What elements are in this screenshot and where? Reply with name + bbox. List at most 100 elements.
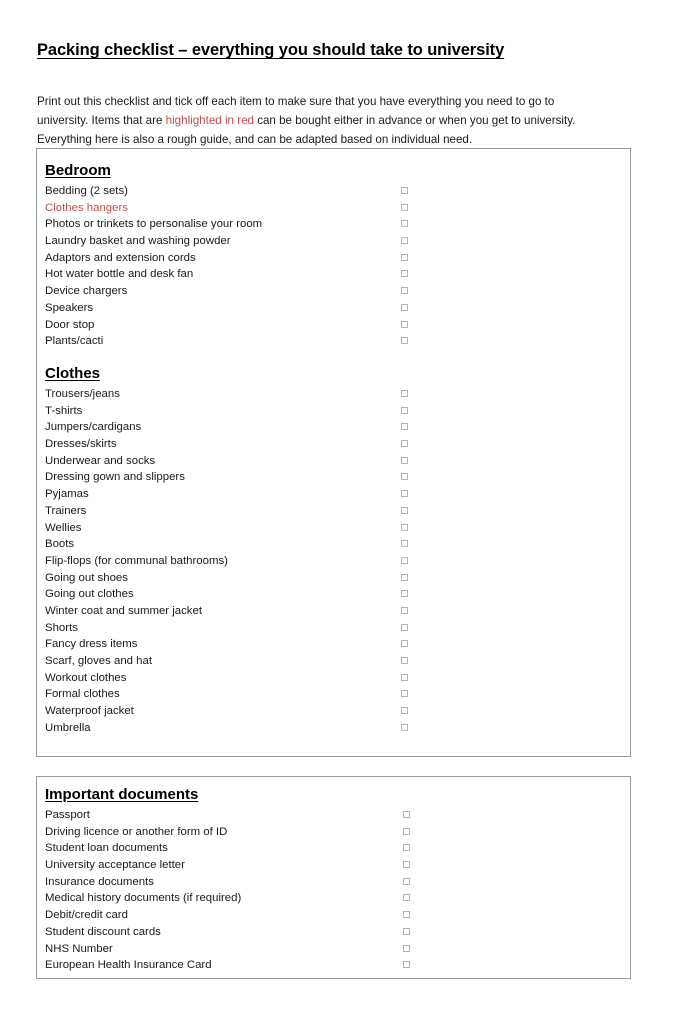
checklist-item[interactable]: Umbrella <box>37 720 630 737</box>
checkbox-empty-icon[interactable] <box>401 523 408 531</box>
checkbox-empty-icon[interactable] <box>403 944 410 952</box>
checkbox-empty-icon[interactable] <box>403 811 410 818</box>
checkbox-empty-icon[interactable] <box>403 827 410 835</box>
checklist-item-label: NHS Number <box>45 942 113 955</box>
checkbox-empty-icon[interactable] <box>401 187 408 194</box>
checkbox-empty-icon[interactable] <box>401 237 408 245</box>
checklist-item[interactable]: Student loan documents <box>37 840 630 857</box>
checklist-item[interactable]: Underwear and socks <box>37 453 630 470</box>
checklist-item[interactable]: Scarf, gloves and hat <box>37 653 630 670</box>
intro-paragraph: Print out this checklist and tick off ea… <box>37 92 597 149</box>
checklist-item-label: European Health Insurance Card <box>45 959 212 972</box>
checkbox-empty-icon[interactable] <box>401 657 408 664</box>
checklist-item[interactable]: Fancy dress items <box>37 636 630 653</box>
checkbox-empty-icon[interactable] <box>401 623 408 631</box>
checklist-item[interactable]: Driving licence or another form of ID <box>37 824 630 841</box>
checklist-item[interactable]: Photos or trinkets to personalise your r… <box>37 216 630 233</box>
checkbox-empty-icon[interactable] <box>401 270 408 278</box>
document-page: Packing checklist – everything you shoul… <box>0 0 687 1024</box>
section-bedroom-title-row: Bedroom <box>37 161 630 183</box>
checklist-item-label: Umbrella <box>45 721 91 734</box>
checklist-item[interactable]: Door stop <box>37 317 630 334</box>
checkbox-empty-icon[interactable] <box>403 927 410 935</box>
checkbox-empty-icon[interactable] <box>401 320 408 328</box>
checklist-item[interactable]: Hot water bottle and desk fan <box>37 266 630 283</box>
checklist-item[interactable]: Plants/cacti <box>37 333 630 350</box>
checklist-item[interactable]: Device chargers <box>37 283 630 300</box>
checkbox-empty-icon[interactable] <box>401 303 408 311</box>
checklist-item[interactable]: Adaptors and extension cords <box>37 250 630 267</box>
checkbox-empty-icon[interactable] <box>403 877 410 885</box>
checklist-clothes: Trousers/jeans T-shirts Jumpers/cardigans D… <box>37 386 630 736</box>
checklist-item[interactable]: Wellies <box>37 520 630 537</box>
checkbox-empty-icon[interactable] <box>401 490 408 498</box>
checklist-item[interactable]: University acceptance letter <box>37 857 630 874</box>
checklist-item[interactable]: Insurance documents <box>37 874 630 891</box>
intro-highlight-text: highlighted in red <box>165 113 254 127</box>
checkbox-empty-icon[interactable] <box>403 894 410 902</box>
checkbox-empty-icon[interactable] <box>403 844 410 852</box>
checkbox-empty-icon[interactable] <box>401 337 408 345</box>
checkbox-empty-icon[interactable] <box>401 203 408 211</box>
checklist-item-label: Trainers <box>45 504 87 517</box>
checklist-item-label: University acceptance letter <box>45 859 185 872</box>
checklist-item[interactable]: Going out clothes <box>37 586 630 603</box>
checkbox-empty-icon[interactable] <box>401 220 408 228</box>
checkbox-empty-icon[interactable] <box>401 723 408 731</box>
checklist-item[interactable]: NHS Number <box>37 941 630 958</box>
checklist-item-label: T-shirts <box>45 404 83 417</box>
checkbox-empty-icon[interactable] <box>403 861 410 869</box>
checklist-item[interactable]: Trainers <box>37 503 630 520</box>
checklist-item[interactable]: Waterproof jacket <box>37 703 630 720</box>
checklist-item[interactable]: European Health Insurance Card <box>37 957 630 974</box>
checkbox-empty-icon[interactable] <box>401 390 408 397</box>
checklist-item[interactable]: Winter coat and summer jacket <box>37 603 630 620</box>
checklist-item-label: Laundry basket and washing powder <box>45 235 231 248</box>
checkbox-empty-icon[interactable] <box>401 707 408 715</box>
checkbox-empty-icon[interactable] <box>401 540 408 548</box>
checkbox-empty-icon[interactable] <box>401 556 408 564</box>
checkbox-empty-icon[interactable] <box>401 253 408 261</box>
checklist-item-label: Plants/cacti <box>45 335 104 348</box>
checkbox-empty-icon[interactable] <box>401 506 408 514</box>
checkbox-empty-icon[interactable] <box>401 287 408 295</box>
checklist-item[interactable]: Flip-flops (for communal bathrooms) <box>37 553 630 570</box>
checklist-item[interactable]: Speakers <box>37 300 630 317</box>
checklist-item-label: Going out shoes <box>45 571 128 584</box>
checkbox-empty-icon[interactable] <box>401 573 408 581</box>
checkbox-empty-icon[interactable] <box>401 473 408 481</box>
checklist-item[interactable]: Medical history documents (if required) <box>37 890 630 907</box>
section-documents: Important documents Passport Driving lice… <box>37 785 630 974</box>
checklist-item[interactable]: Bedding (2 sets) <box>37 183 630 200</box>
checklist-item[interactable]: Debit/credit card <box>37 907 630 924</box>
checklist-item[interactable]: Dressing gown and slippers <box>37 469 630 486</box>
checklist-item[interactable]: Laundry basket and washing powder <box>37 233 630 250</box>
checklist-item[interactable]: Dresses/skirts <box>37 436 630 453</box>
checklist-item[interactable]: Student discount cards <box>37 924 630 941</box>
checkbox-empty-icon[interactable] <box>401 406 408 414</box>
checklist-item[interactable]: Pyjamas <box>37 486 630 503</box>
checklist-item[interactable]: Passport <box>37 807 630 824</box>
checkbox-empty-icon[interactable] <box>401 673 408 681</box>
checklist-item[interactable]: Jumpers/cardigans <box>37 419 630 436</box>
checkbox-empty-icon[interactable] <box>401 640 408 648</box>
checklist-item[interactable]: Trousers/jeans <box>37 386 630 403</box>
checklist-item[interactable]: Clothes hangers <box>37 200 630 217</box>
checkbox-empty-icon[interactable] <box>401 606 408 614</box>
checklist-item-label: Workout clothes <box>45 671 127 684</box>
checklist-item[interactable]: Formal clothes <box>37 686 630 703</box>
checklist-item[interactable]: Going out shoes <box>37 570 630 587</box>
checkbox-empty-icon[interactable] <box>401 440 408 448</box>
checklist-item[interactable]: T-shirts <box>37 403 630 420</box>
checklist-item[interactable]: Boots <box>37 536 630 553</box>
checklist-item[interactable]: Shorts <box>37 620 630 637</box>
checklist-item-label: Trousers/jeans <box>45 388 120 400</box>
checklist-item-label: Hot water bottle and desk fan <box>45 268 194 281</box>
checkbox-empty-icon[interactable] <box>401 456 408 464</box>
checkbox-empty-icon[interactable] <box>403 911 410 919</box>
checkbox-empty-icon[interactable] <box>403 961 410 969</box>
checklist-item[interactable]: Workout clothes <box>37 670 630 687</box>
checkbox-empty-icon[interactable] <box>401 590 408 598</box>
checkbox-empty-icon[interactable] <box>401 690 408 698</box>
checkbox-empty-icon[interactable] <box>401 423 408 431</box>
